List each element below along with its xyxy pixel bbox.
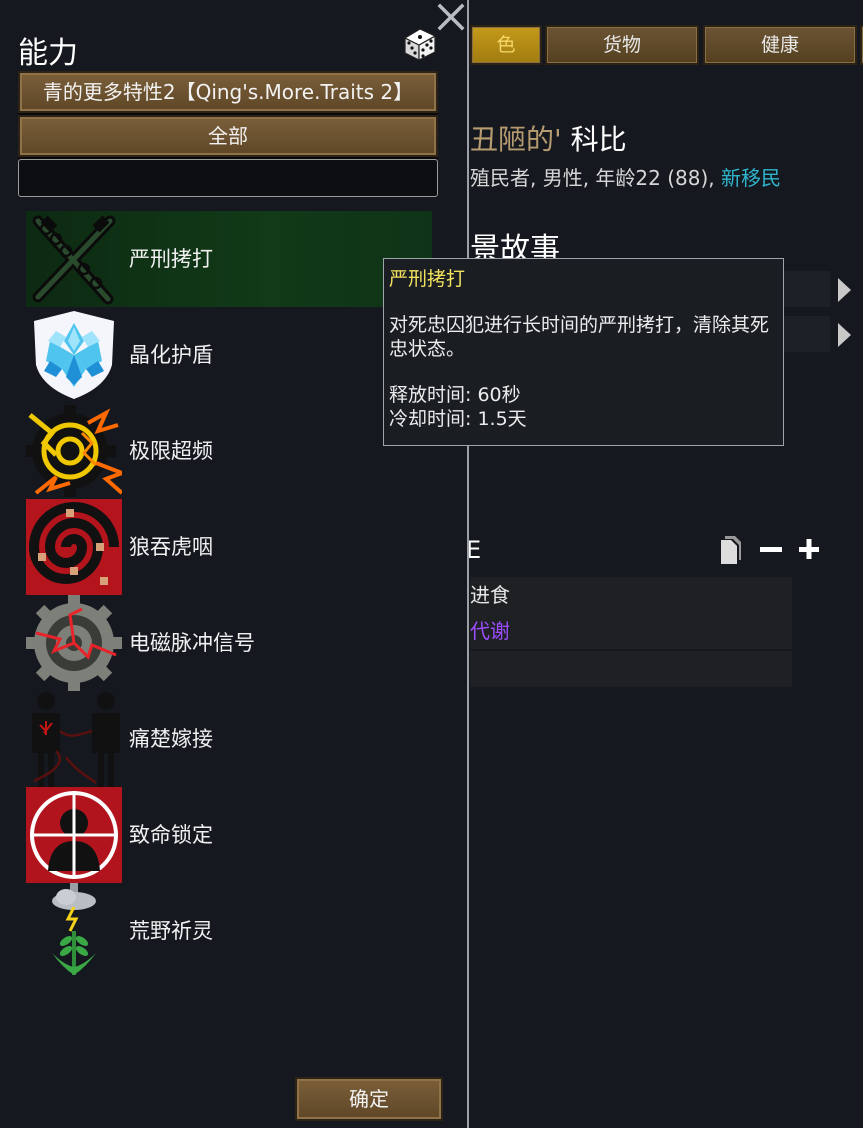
- tab-gear[interactable]: 货物: [545, 25, 699, 65]
- ability-label: 电磁脉冲信号: [129, 631, 255, 655]
- ability-dialog: 能力 青的更多特性2【Qing's.More.Traits 2】 全部 严刑拷打: [0, 0, 469, 1128]
- faction-link[interactable]: 新移民: [721, 166, 781, 190]
- trait-row[interactable]: 代谢: [470, 613, 792, 649]
- ability-item-wild-prayer[interactable]: 荒野祈灵: [26, 883, 432, 979]
- tab-health[interactable]: 健康: [703, 25, 857, 65]
- close-icon[interactable]: [436, 2, 466, 32]
- minus-icon[interactable]: [760, 536, 782, 569]
- tooltip-cast-time: 释放时间: 60秒: [389, 384, 521, 406]
- wild-prayer-icon: [52, 883, 96, 975]
- crosshair-lock-icon: [26, 787, 122, 883]
- tab-label: 健康: [760, 34, 799, 56]
- trait-label: 代谢: [470, 619, 510, 643]
- category-filter-dropdown[interactable]: 全部: [18, 115, 438, 157]
- ability-item-torture[interactable]: 严刑拷打: [26, 211, 432, 307]
- ability-tooltip: 严刑拷打 对死忠囚犯进行长时间的严刑拷打，清除其死忠状态。 释放时间: 60秒 …: [383, 258, 784, 446]
- ability-item-lethal-lock[interactable]: 致命锁定: [26, 787, 432, 883]
- pawn-subtitle-text: 殖民者, 男性, 年龄22 (88),: [470, 166, 715, 190]
- pawn-name-text: 科比: [561, 123, 627, 156]
- vortex-devour-icon: [26, 499, 122, 595]
- ability-label: 致命锁定: [129, 823, 213, 847]
- trait-row[interactable]: [470, 651, 792, 687]
- confirm-button[interactable]: 确定: [295, 1077, 443, 1121]
- ability-label: 狼吞虎咽: [129, 535, 213, 559]
- pawn-nickname: 丑陋的': [470, 123, 562, 156]
- ability-label: 晶化护盾: [129, 343, 213, 367]
- emp-gear-icon: [26, 595, 122, 691]
- ability-item-crystal-shield[interactable]: 晶化护盾: [26, 307, 432, 403]
- ability-label: 荒野祈灵: [129, 919, 213, 943]
- tooltip-title: 严刑拷打: [389, 268, 466, 290]
- expand-arrow-icon[interactable]: [838, 323, 851, 347]
- copy-icon[interactable]: [719, 536, 741, 573]
- mod-filter-label: 青的更多特性2【Qing's.More.Traits 2】: [42, 80, 414, 104]
- confirm-label: 确定: [349, 1087, 389, 1111]
- pawn-name: 丑陋的' 科比: [470, 118, 627, 158]
- search-input[interactable]: [18, 159, 438, 197]
- tab-character[interactable]: 色: [470, 25, 542, 65]
- pain-graft-icon: [32, 692, 120, 787]
- plus-icon[interactable]: [799, 536, 821, 569]
- ability-item-emp[interactable]: 电磁脉冲信号: [26, 595, 432, 691]
- tab-label: 货物: [602, 34, 641, 56]
- category-filter-label: 全部: [208, 124, 248, 148]
- pawn-subtitle: 殖民者, 男性, 年龄22 (88), 新移民: [470, 162, 781, 191]
- ability-item-overclock[interactable]: 极限超频: [26, 403, 432, 499]
- chain-torture-icon: [32, 215, 116, 305]
- dice-randomize-icon[interactable]: [401, 24, 439, 62]
- tooltip-description: 对死忠囚犯进行长时间的严刑拷打，清除其死忠状态。: [389, 314, 770, 360]
- ability-item-pain-graft[interactable]: 痛楚嫁接: [26, 691, 432, 787]
- overclock-gear-icon: [26, 405, 122, 497]
- ability-label: 痛楚嫁接: [129, 727, 213, 751]
- tooltip-stats: 释放时间: 60秒 冷却时间: 1.5天: [389, 383, 778, 431]
- tooltip-cooldown: 冷却时间: 1.5天: [389, 408, 527, 430]
- ability-label: 极限超频: [129, 439, 213, 463]
- crystal-shield-icon: [34, 311, 114, 399]
- tab-label: 色: [496, 34, 516, 56]
- mod-filter-dropdown[interactable]: 青的更多特性2【Qing's.More.Traits 2】: [18, 71, 438, 113]
- trait-row[interactable]: 进食: [470, 577, 792, 613]
- expand-arrow-icon[interactable]: [838, 278, 851, 302]
- ability-label: 严刑拷打: [129, 247, 213, 271]
- trait-label: 进食: [470, 583, 510, 607]
- ability-item-devour[interactable]: 狼吞虎咽: [26, 499, 432, 595]
- dialog-title: 能力: [18, 36, 78, 71]
